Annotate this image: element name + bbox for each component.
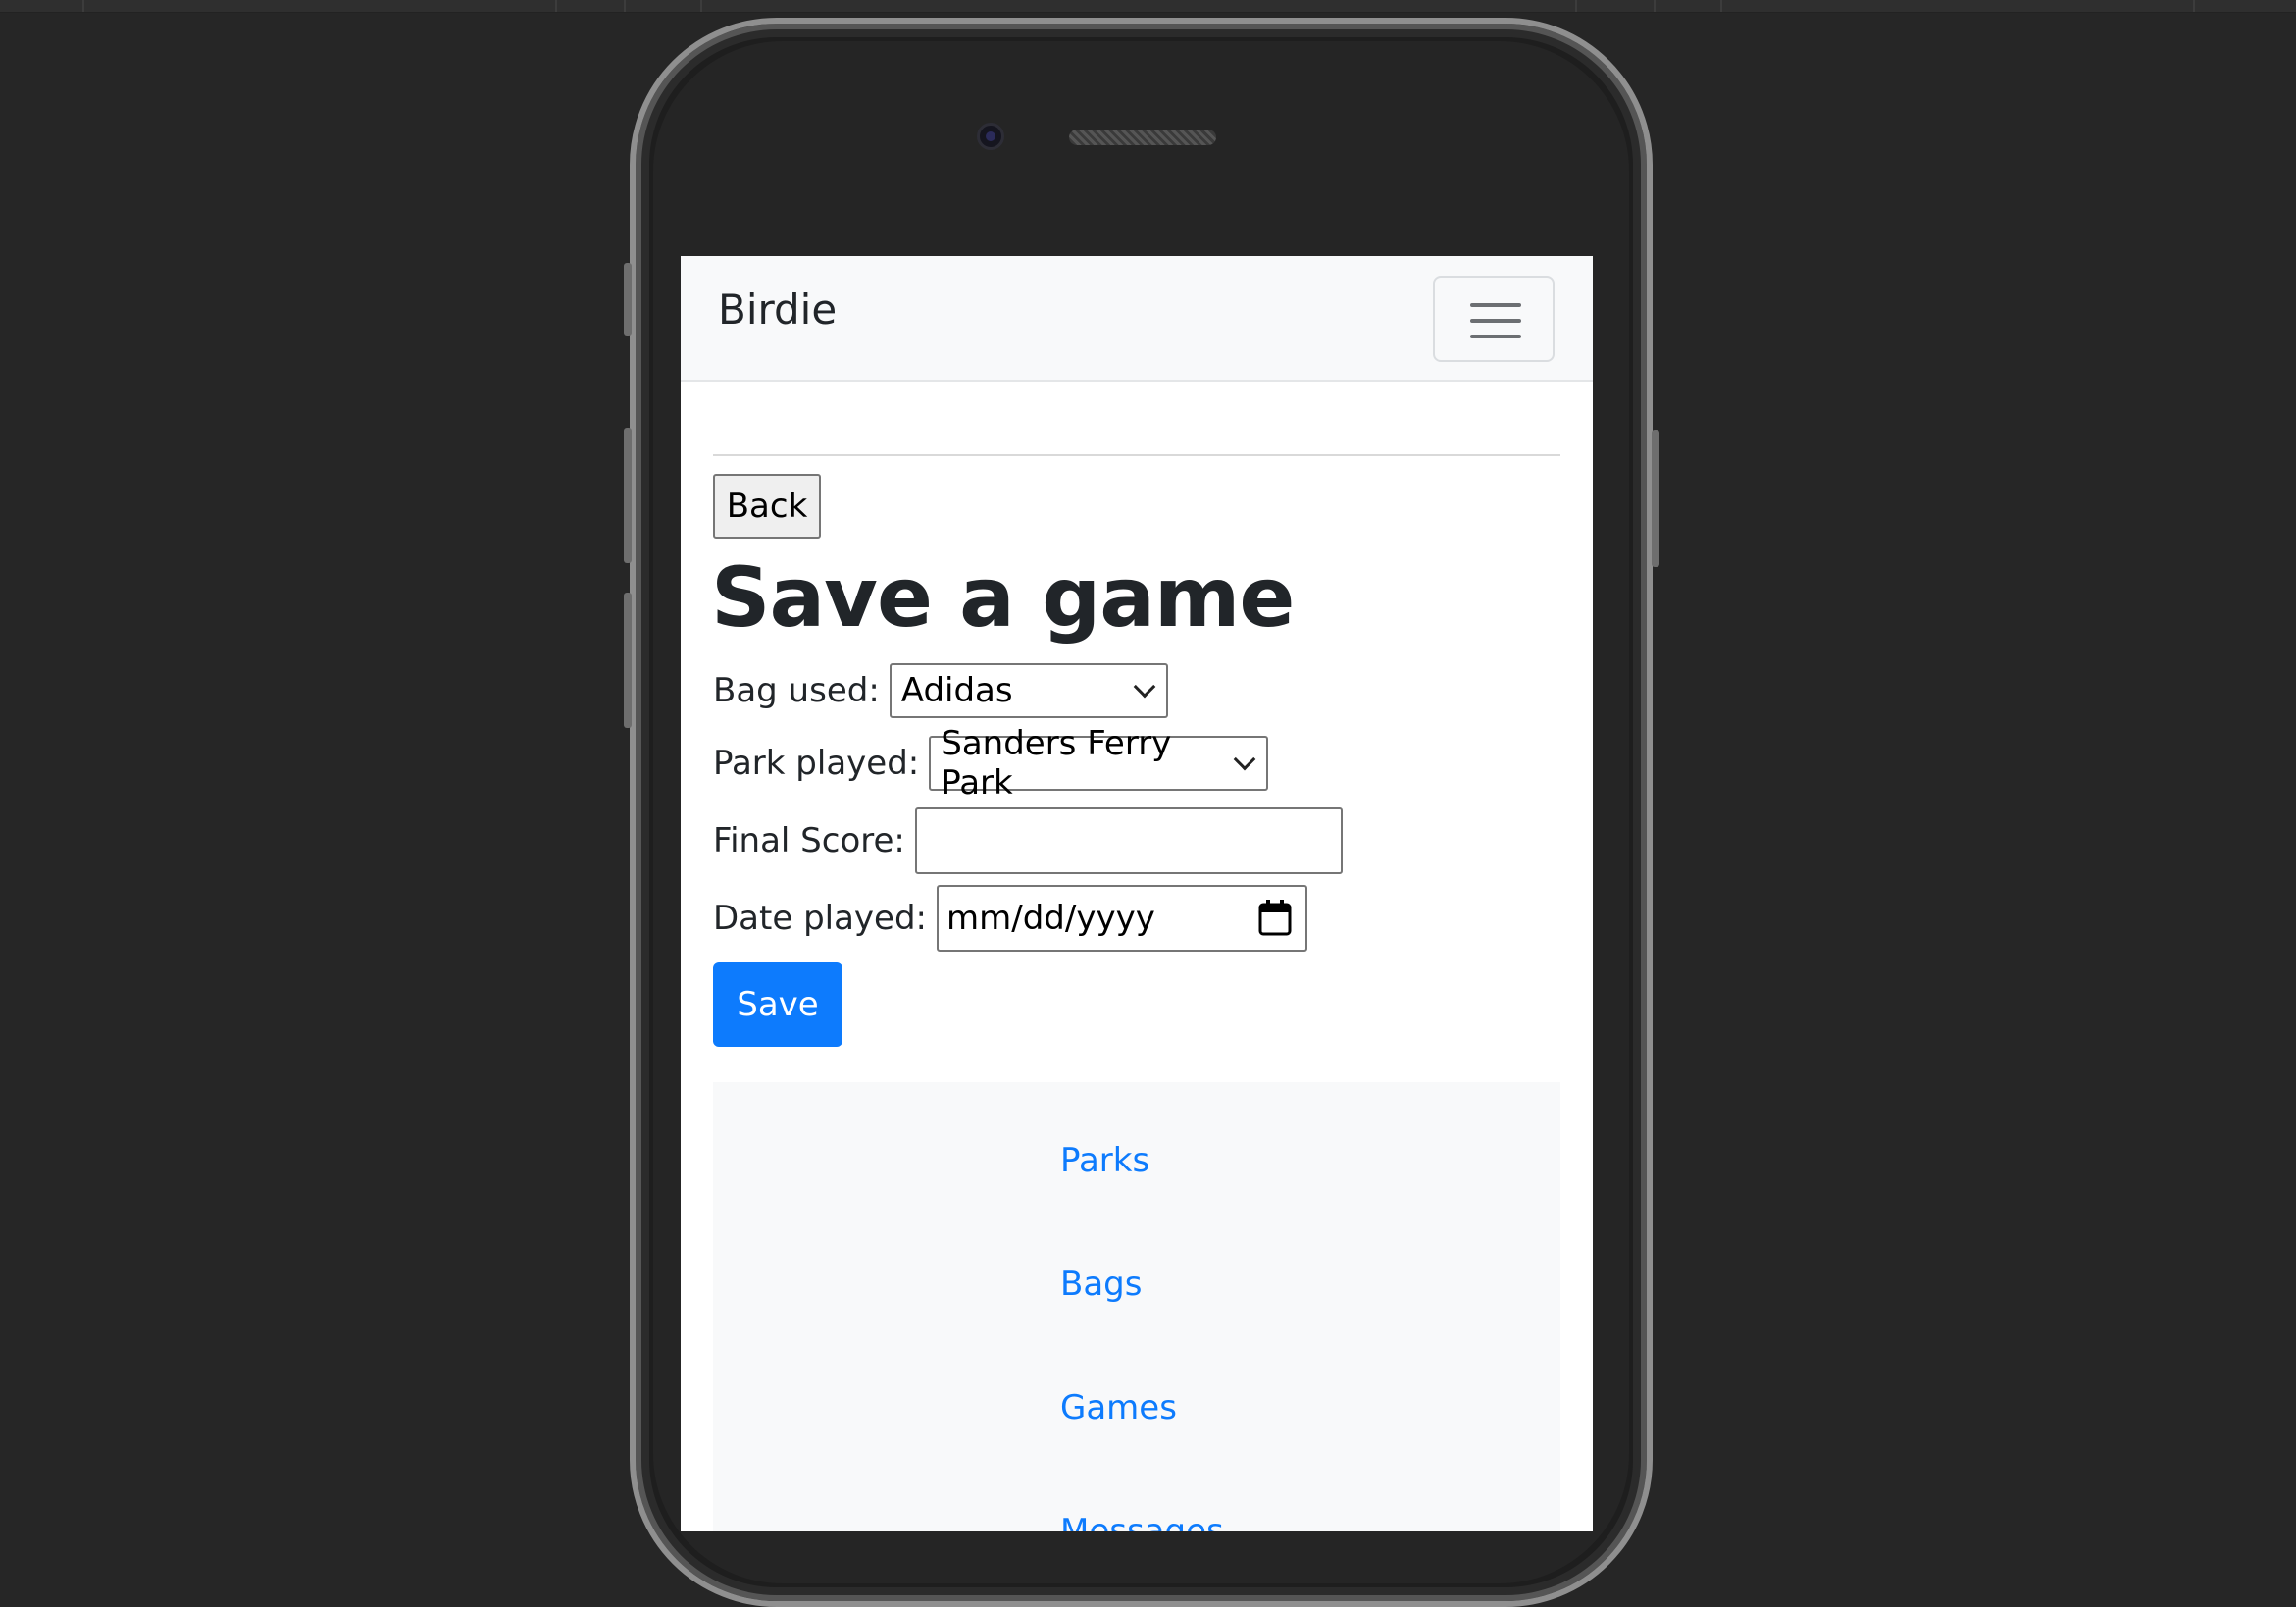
footer-link-bags[interactable]: Bags [1060,1265,1142,1304]
footer-nav: Parks Bags Games Messages [713,1082,1560,1531]
navbar-brand[interactable]: Birdie [718,285,837,335]
park-row: Park played: Sanders Ferry Park [713,724,1269,803]
strip-divider [1654,0,1656,12]
park-select-value: Sanders Ferry Park [941,724,1172,803]
navbar-toggler-button[interactable] [1433,276,1555,362]
front-camera [977,123,1004,150]
bag-select[interactable]: Adidas [889,663,1168,718]
earpiece-speaker [1069,130,1216,145]
phone-volume-down-button [624,593,632,728]
footer-link-parks[interactable]: Parks [1060,1141,1149,1180]
date-played-input[interactable]: mm/dd/yyyy [937,885,1308,952]
park-label: Park played: [713,744,920,783]
score-row: Final Score: [713,807,1343,874]
chevron-down-icon [1133,675,1156,699]
final-score-input[interactable] [914,807,1343,874]
strip-divider [82,0,84,12]
strip-divider [1720,0,1722,12]
bag-row: Bag used: Adidas [713,663,1168,718]
save-button[interactable]: Save [713,962,842,1047]
phone-power-button [1652,430,1659,567]
page-title: Save a game [711,549,1295,646]
bag-label: Bag used: [713,671,880,710]
back-button[interactable]: Back [713,474,821,539]
phone-mute-switch [624,263,632,336]
park-select[interactable]: Sanders Ferry Park [929,724,1269,803]
strip-divider [624,0,626,12]
phone-volume-up-button [624,428,632,563]
device-screen: Birdie Back Save a game Bag used: Adidas… [681,256,1593,1531]
strip-divider [700,0,702,12]
footer-link-messages[interactable]: Messages [1060,1512,1224,1531]
score-label: Final Score: [713,821,905,860]
calendar-icon[interactable] [1258,899,1292,936]
date-placeholder: mm/dd/yyyy [946,899,1155,938]
date-row: Date played: mm/dd/yyyy [713,885,1308,952]
editor-top-strip [0,0,2296,13]
strip-divider [555,0,557,12]
date-label: Date played: [713,899,928,938]
navbar: Birdie [681,256,1593,382]
strip-divider [2193,0,2195,12]
chevron-down-icon [1233,748,1256,771]
divider [713,454,1560,456]
bag-select-value: Adidas [900,671,1013,710]
strip-divider [1575,0,1577,12]
footer-link-games[interactable]: Games [1060,1388,1177,1427]
